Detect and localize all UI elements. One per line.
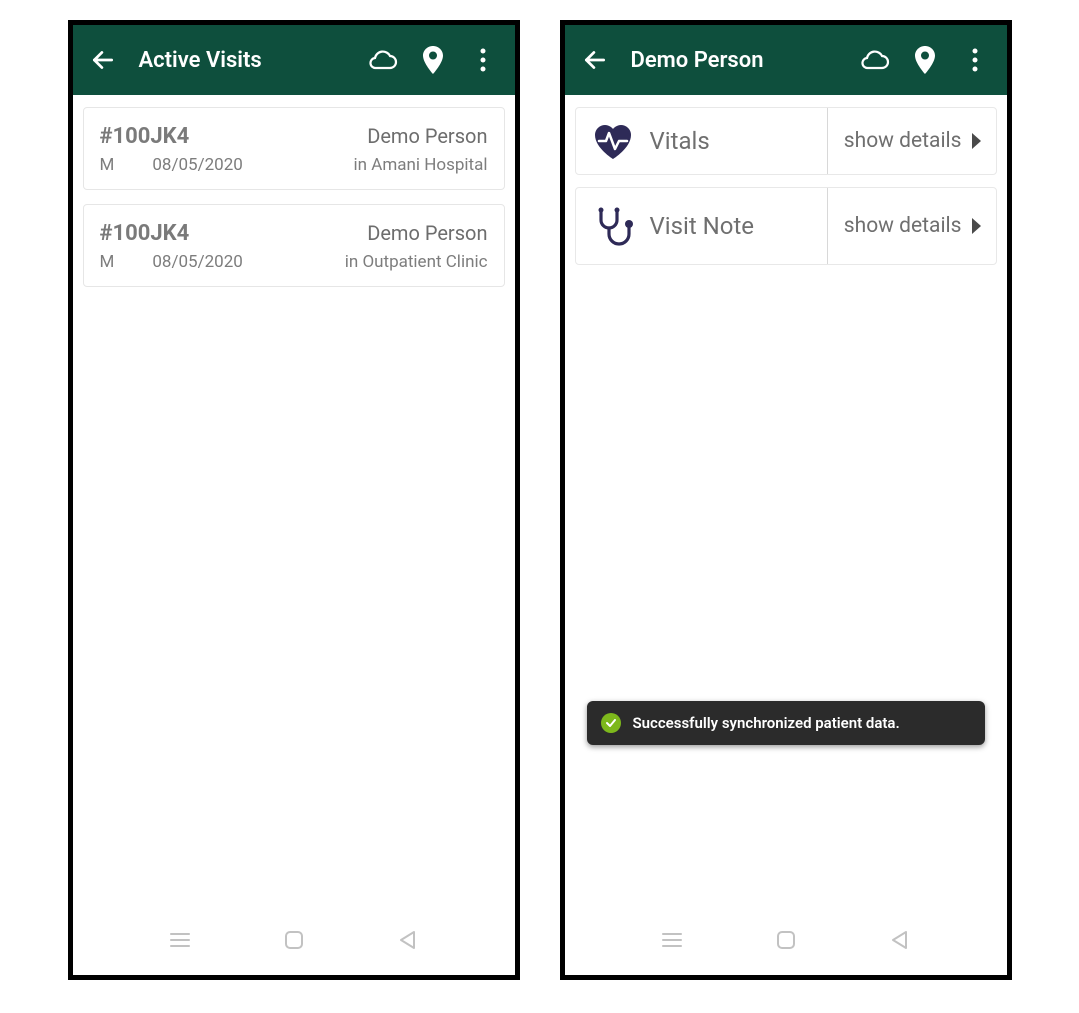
check-circle-icon bbox=[601, 713, 621, 733]
section-label: Visit Note bbox=[650, 213, 755, 239]
show-details-button[interactable]: show details bbox=[827, 108, 996, 174]
nav-recent-button[interactable] bbox=[652, 920, 692, 960]
nav-recent-button[interactable] bbox=[160, 920, 200, 960]
visits-list: #100JK4 Demo Person M 08/05/2020 in Aman… bbox=[73, 95, 515, 905]
android-navbar bbox=[565, 905, 1007, 975]
section-visit-note[interactable]: Visit Note show details bbox=[575, 187, 997, 265]
patient-name: Demo Person bbox=[367, 221, 487, 245]
menu-icon bbox=[169, 931, 191, 949]
appbar: Demo Person bbox=[565, 25, 1007, 95]
visit-date: 08/05/2020 bbox=[152, 155, 242, 175]
visit-card[interactable]: #100JK4 Demo Person M 08/05/2020 in Aman… bbox=[83, 107, 505, 190]
more-button[interactable] bbox=[955, 40, 995, 80]
visit-date: 08/05/2020 bbox=[152, 252, 242, 272]
page-title: Demo Person bbox=[631, 48, 764, 73]
toast-message: Successfully synchronized patient data. bbox=[633, 714, 900, 732]
patient-id: #100JK4 bbox=[100, 124, 190, 149]
appbar: Active Visits bbox=[73, 25, 515, 95]
patient-gender: M bbox=[100, 155, 115, 175]
location-button[interactable] bbox=[413, 40, 453, 80]
cloud-button[interactable] bbox=[855, 40, 895, 80]
back-button[interactable] bbox=[577, 42, 613, 78]
patient-gender: M bbox=[100, 252, 115, 272]
cloud-button[interactable] bbox=[363, 40, 403, 80]
location-button[interactable] bbox=[905, 40, 945, 80]
chevron-right-icon bbox=[970, 217, 982, 235]
visit-location: in Amani Hospital bbox=[354, 155, 488, 175]
more-button[interactable] bbox=[463, 40, 503, 80]
show-details-label: show details bbox=[844, 129, 962, 153]
visit-location: in Outpatient Clinic bbox=[345, 252, 488, 272]
section-vitals[interactable]: Vitals show details bbox=[575, 107, 997, 175]
back-button[interactable] bbox=[85, 42, 121, 78]
nav-home-button[interactable] bbox=[766, 920, 806, 960]
sections-list: Vitals show details Visit Note show deta… bbox=[565, 95, 1007, 905]
phone-left: Active Visits #100JK4 Demo Person M 08/0… bbox=[68, 20, 520, 980]
patient-name: Demo Person bbox=[367, 124, 487, 148]
stethoscope-icon bbox=[590, 203, 636, 249]
phone-right: Demo Person Vitals show details bbox=[560, 20, 1012, 980]
android-navbar bbox=[73, 905, 515, 975]
square-icon bbox=[283, 929, 305, 951]
location-pin-icon bbox=[423, 46, 443, 74]
menu-icon bbox=[661, 931, 683, 949]
cloud-icon bbox=[860, 49, 890, 71]
square-icon bbox=[775, 929, 797, 951]
show-details-label: show details bbox=[844, 214, 962, 238]
more-vert-icon bbox=[972, 48, 978, 72]
page-title: Active Visits bbox=[139, 48, 262, 73]
triangle-left-icon bbox=[398, 929, 418, 951]
more-vert-icon bbox=[480, 48, 486, 72]
arrow-left-icon bbox=[90, 47, 116, 73]
chevron-right-icon bbox=[970, 132, 982, 150]
triangle-left-icon bbox=[890, 929, 910, 951]
nav-back-button[interactable] bbox=[880, 920, 920, 960]
section-label: Vitals bbox=[650, 128, 710, 154]
sync-toast: Successfully synchronized patient data. bbox=[587, 701, 985, 745]
patient-id: #100JK4 bbox=[100, 221, 190, 246]
location-pin-icon bbox=[915, 46, 935, 74]
cloud-icon bbox=[368, 49, 398, 71]
nav-back-button[interactable] bbox=[388, 920, 428, 960]
nav-home-button[interactable] bbox=[274, 920, 314, 960]
show-details-button[interactable]: show details bbox=[827, 188, 996, 264]
visit-card[interactable]: #100JK4 Demo Person M 08/05/2020 in Outp… bbox=[83, 204, 505, 287]
heart-vitals-icon bbox=[590, 118, 636, 164]
arrow-left-icon bbox=[582, 47, 608, 73]
